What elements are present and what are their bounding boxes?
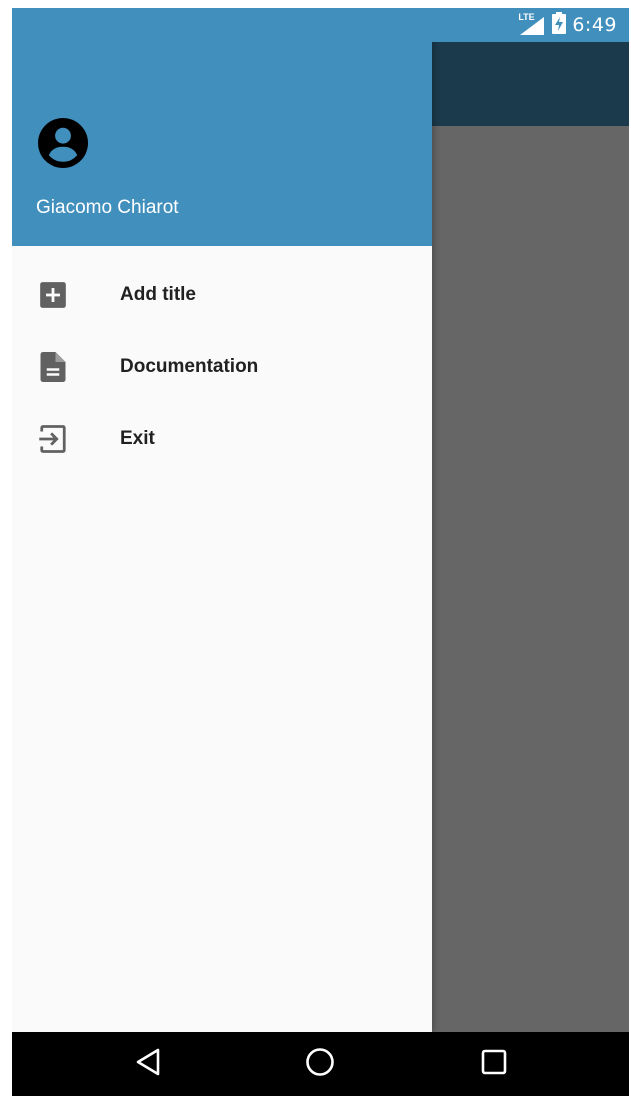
home-icon — [305, 1047, 335, 1082]
menu-item-add-title[interactable]: Add title — [12, 259, 432, 331]
document-icon — [38, 352, 68, 382]
home-button[interactable] — [280, 1032, 360, 1096]
status-bar: LTE 6:49 — [12, 8, 629, 42]
user-name: Giacomo Chiarot — [36, 197, 179, 218]
recents-button[interactable] — [454, 1032, 534, 1096]
menu-item-label: Documentation — [120, 356, 259, 377]
exit-icon — [38, 424, 68, 454]
drawer-menu: Add title Documentation Exit — [12, 259, 432, 475]
menu-item-exit[interactable]: Exit — [12, 403, 432, 475]
menu-item-documentation[interactable]: Documentation — [12, 331, 432, 403]
navigation-drawer: Giacomo Chiarot Add title Documentation … — [12, 8, 432, 1032]
battery-charging-icon — [552, 11, 567, 39]
menu-item-label: Add title — [120, 284, 196, 305]
lte-signal-icon: LTE — [518, 12, 546, 35]
account-circle-icon[interactable] — [38, 118, 88, 168]
back-icon — [135, 1048, 161, 1081]
system-navigation-bar — [12, 1032, 629, 1096]
add-box-icon — [38, 280, 68, 310]
status-time: 6:49 — [572, 14, 617, 36]
drawer-header: Giacomo Chiarot — [12, 8, 432, 246]
screen: LTE 6:49 Giacomo Chiarot Add title Docum… — [12, 8, 629, 1096]
status-icons: LTE 6:49 — [518, 8, 617, 42]
back-button[interactable] — [108, 1032, 188, 1096]
recents-icon — [481, 1049, 507, 1080]
menu-item-label: Exit — [120, 428, 155, 449]
